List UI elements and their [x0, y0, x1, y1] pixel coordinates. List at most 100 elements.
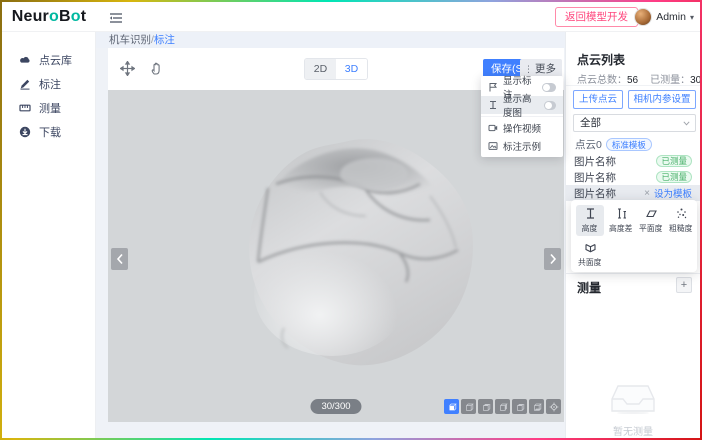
status-badge: 已测量 [656, 155, 692, 167]
breadcrumb-current[interactable]: 标注 [154, 34, 175, 46]
tool-label: 平面度 [639, 222, 662, 233]
upload-pointcloud-button[interactable]: 上传点云 [573, 90, 623, 109]
menu-item-tutorial-video[interactable]: 操作视频 [481, 119, 563, 137]
image-name: 图片名称 [574, 186, 616, 201]
view-2d-button[interactable]: 2D [305, 59, 336, 79]
list-item-selected[interactable]: 图片名称 × 设为模板 [566, 185, 700, 201]
camera-intrinsics-button[interactable]: 相机内参设置 [628, 90, 696, 109]
logo-gear-o2: o [71, 8, 81, 26]
pointcloud-stats: 点云总数：56已测量：30 [577, 71, 700, 86]
view-mode-switch: 2D 3D [304, 58, 368, 80]
cloud-icon [19, 54, 31, 66]
logo-text: Neur [12, 8, 49, 26]
empty-state-text: 暂无测量 [566, 423, 700, 438]
list-item[interactable]: 图片名称 已测量 [566, 169, 700, 185]
sidebar-label: 点云库 [39, 52, 72, 68]
image-icon [488, 141, 498, 151]
next-cloud-arrow[interactable] [544, 248, 561, 270]
flatness-icon [645, 207, 658, 220]
menu-item-label: 标注示例 [503, 139, 541, 153]
tool-label: 高度差 [609, 222, 632, 233]
view-cube-bottom-button[interactable] [529, 399, 544, 414]
empty-tray-icon [610, 384, 656, 414]
sidebar-item-annotate[interactable]: 标注 [2, 72, 95, 96]
more-dropdown-menu: 显示标注 显示高度图 操作视频 标注示例 [481, 76, 563, 157]
set-as-template-link[interactable]: 设为模板 [654, 186, 692, 200]
template-tag: 标准模板 [606, 138, 652, 151]
sidebar-item-pointcloud-library[interactable]: 点云库 [2, 48, 95, 72]
current-cloud-row[interactable]: 点云0 标准模板 [575, 137, 652, 152]
caret-down-icon: ▾ [690, 13, 694, 22]
status-badge: 已测量 [656, 171, 692, 183]
filter-select[interactable]: 全部 [573, 114, 696, 132]
move-tool-icon[interactable] [120, 61, 135, 76]
measure-section-title: 测量 [577, 279, 601, 296]
download-icon [19, 126, 31, 138]
filter-selected-value: 全部 [580, 117, 601, 129]
view-3d-button[interactable]: 3D [336, 59, 367, 79]
pointcloud-list-panel: 点云列表 点云总数：56已测量：30 上传点云 相机内参设置 全部 点云0 标准… [565, 32, 700, 438]
avatar [634, 8, 652, 26]
sidebar-item-download[interactable]: 下载 [2, 120, 95, 144]
user-menu[interactable]: Admin ▾ [634, 7, 694, 27]
hand-tool-icon[interactable] [150, 61, 164, 76]
menu-item-show-heightmap[interactable]: 显示高度图 [481, 96, 563, 114]
view-cube-front-button[interactable] [444, 399, 459, 414]
show-annotations-toggle[interactable] [542, 83, 556, 92]
panel-divider [566, 85, 700, 86]
view-orientation-buttons [444, 399, 561, 414]
prev-cloud-arrow[interactable] [111, 248, 128, 270]
tool-label: 共面度 [578, 256, 601, 267]
view-cube-left-button[interactable] [478, 399, 493, 414]
pen-icon [19, 78, 31, 90]
breadcrumb: 机车识别/标注 [96, 32, 565, 48]
logo-text-t: t [81, 8, 87, 26]
list-item[interactable]: 图片名称 已测量 [566, 153, 700, 169]
panel-title: 点云列表 [577, 51, 625, 68]
menu-fold-icon[interactable] [109, 11, 123, 23]
tool-roughness[interactable]: 粗糙度 [667, 205, 695, 236]
view-cube-top-button[interactable] [512, 399, 527, 414]
tooth-model [224, 132, 479, 374]
reset-view-button[interactable] [546, 399, 561, 414]
image-name: 图片名称 [574, 154, 616, 169]
menu-item-annotation-example[interactable]: 标注示例 [481, 137, 563, 155]
chevron-down-icon [683, 121, 690, 126]
panel-divider [566, 273, 700, 274]
flag-icon [488, 82, 498, 92]
screenshot-frame: NeuroBot 返回模型开发 Admin ▾ 点云库 标注 测量 [0, 0, 702, 440]
chevron-right-icon [549, 253, 557, 265]
tool-height[interactable]: 高度 [576, 205, 604, 236]
view-cube-back-button[interactable] [461, 399, 476, 414]
tool-coplanarity[interactable]: 共面度 [576, 239, 604, 270]
roughness-icon [675, 207, 688, 220]
show-heightmap-toggle[interactable] [544, 101, 556, 110]
image-name: 图片名称 [574, 170, 616, 185]
menu-item-label: 操作视频 [503, 121, 541, 135]
sidebar-label: 标注 [39, 76, 61, 92]
tool-label: 粗糙度 [669, 222, 692, 233]
cube-icon [464, 402, 474, 412]
sidebar-item-measure[interactable]: 测量 [2, 96, 95, 120]
close-icon[interactable]: × [644, 188, 650, 199]
left-sidebar: 点云库 标注 测量 下载 [2, 32, 96, 438]
logo-gear-o1: o [49, 8, 59, 26]
logo-text-b: B [59, 8, 71, 26]
add-measurement-button[interactable]: + [676, 277, 692, 293]
tool-flatness[interactable]: 平面度 [637, 205, 665, 236]
cloud-counter-badge: 30/300 [310, 399, 361, 414]
tool-height-difference[interactable]: 高度差 [607, 205, 635, 236]
app-window: NeuroBot 返回模型开发 Admin ▾ 点云库 标注 测量 [2, 2, 700, 438]
app-logo: NeuroBot [2, 2, 96, 32]
text-height-icon [488, 100, 498, 110]
cloud-name: 点云0 [575, 137, 602, 152]
coplanarity-icon [584, 241, 597, 254]
tool-label: 高度 [582, 222, 598, 233]
cube-icon [515, 402, 525, 412]
cube-icon [447, 402, 457, 412]
view-cube-right-button[interactable] [495, 399, 510, 414]
height-difference-icon [615, 207, 628, 220]
back-to-model-dev-button[interactable]: 返回模型开发 [555, 7, 638, 27]
menu-item-label: 显示高度图 [503, 91, 539, 119]
breadcrumb-parent: 机车识别 [109, 34, 151, 46]
